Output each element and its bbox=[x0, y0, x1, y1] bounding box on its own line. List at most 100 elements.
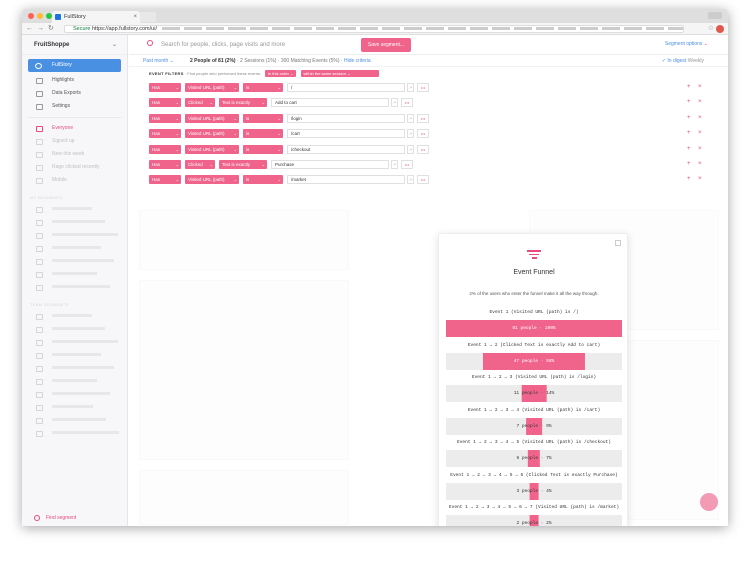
segment-placeholder[interactable] bbox=[22, 203, 127, 216]
operator-dropdown[interactable]: is ⌄ bbox=[243, 113, 283, 123]
segment-placeholder[interactable] bbox=[22, 362, 127, 375]
remove-filter-icon[interactable]: × bbox=[698, 129, 702, 138]
segment-signed-up[interactable]: Signed up bbox=[22, 135, 127, 148]
segment-placeholder[interactable] bbox=[22, 255, 127, 268]
remove-filter-icon[interactable]: × bbox=[698, 83, 702, 92]
filter-value-input[interactable]: /login bbox=[287, 113, 405, 123]
segment-new-this-week[interactable]: New this week bbox=[22, 148, 127, 161]
operator-dropdown[interactable]: Text is exactly ⌄ bbox=[219, 160, 267, 169]
segment-placeholder[interactable] bbox=[22, 388, 127, 401]
has-dropdown[interactable]: Has ⌄ bbox=[149, 83, 181, 92]
operator-dropdown[interactable]: is ⌄ bbox=[243, 144, 283, 154]
user-profile-icon[interactable] bbox=[708, 12, 722, 19]
filter-value-input[interactable]: Add to cart bbox=[271, 98, 389, 108]
regex-toggle[interactable]: .* bbox=[391, 160, 398, 169]
operator-dropdown[interactable]: is ⌄ bbox=[243, 175, 283, 185]
segment-placeholder[interactable] bbox=[22, 336, 127, 349]
event-type-dropdown[interactable]: Visited URL (path) ⌄ bbox=[185, 175, 239, 185]
regex-toggle[interactable]: .* bbox=[407, 113, 414, 123]
regex-toggle[interactable]: .* bbox=[407, 83, 414, 92]
remove-filter-icon[interactable]: × bbox=[698, 145, 702, 154]
sidebar-item-highlights[interactable]: Highlights bbox=[22, 74, 127, 87]
chat-bubble-icon[interactable] bbox=[700, 493, 718, 511]
sidebar-item-data-exports[interactable]: Data Exports bbox=[22, 87, 127, 100]
search-input[interactable]: Search for people, clicks, page visits a… bbox=[161, 40, 351, 50]
more-options-button[interactable]: ••• bbox=[417, 129, 429, 139]
close-tab-icon[interactable]: × bbox=[133, 11, 137, 23]
window-dropdown[interactable]: within the same session ⌄ bbox=[300, 70, 379, 78]
event-type-dropdown[interactable]: Visited URL (path) ⌄ bbox=[185, 129, 239, 139]
regex-toggle[interactable]: .* bbox=[407, 129, 414, 139]
filter-value-input[interactable]: Purchase bbox=[271, 160, 389, 169]
filter-value-input[interactable]: / bbox=[287, 83, 405, 92]
sidebar-item-fullstory[interactable]: FullStory bbox=[28, 59, 121, 72]
period-dropdown[interactable]: Past month ⌄ bbox=[143, 55, 174, 67]
filter-value-input[interactable]: /market bbox=[287, 175, 405, 185]
has-dropdown[interactable]: Has ⌄ bbox=[149, 160, 181, 169]
more-options-button[interactable]: ••• bbox=[401, 98, 413, 108]
segment-placeholder[interactable] bbox=[22, 323, 127, 336]
more-options-button[interactable]: ••• bbox=[417, 113, 429, 123]
operator-dropdown[interactable]: is ⌄ bbox=[243, 83, 283, 92]
has-dropdown[interactable]: Has ⌄ bbox=[149, 98, 181, 108]
bookmark-star-icon[interactable]: ☆ bbox=[708, 23, 714, 35]
add-filter-icon[interactable]: + bbox=[687, 98, 691, 107]
regex-toggle[interactable]: .* bbox=[407, 144, 414, 154]
extension-icon[interactable] bbox=[716, 25, 724, 33]
segment-placeholder[interactable] bbox=[22, 216, 127, 229]
add-filter-icon[interactable]: + bbox=[687, 83, 691, 92]
segment-placeholder[interactable] bbox=[22, 242, 127, 255]
has-dropdown[interactable]: Has ⌄ bbox=[149, 113, 181, 123]
segment-placeholder[interactable] bbox=[22, 375, 127, 388]
regex-toggle[interactable]: .* bbox=[391, 98, 398, 108]
back-arrow-icon[interactable]: ← bbox=[26, 23, 33, 35]
add-filter-icon[interactable]: + bbox=[687, 145, 691, 154]
save-segment-button[interactable]: Save segment... bbox=[361, 38, 411, 52]
segment-everyone[interactable]: Everyone bbox=[22, 122, 127, 135]
more-options-button[interactable]: ••• bbox=[417, 144, 429, 154]
event-type-dropdown[interactable]: Clicked ⌄ bbox=[185, 160, 215, 169]
forward-arrow-icon[interactable]: → bbox=[37, 23, 44, 35]
new-tab-button[interactable] bbox=[140, 12, 156, 22]
minimize-window-icon[interactable] bbox=[37, 13, 43, 19]
segment-placeholder[interactable] bbox=[22, 349, 127, 362]
operator-dropdown[interactable]: is ⌄ bbox=[243, 129, 283, 139]
close-window-icon[interactable] bbox=[28, 13, 34, 19]
segment-placeholder[interactable] bbox=[22, 268, 127, 281]
regex-toggle[interactable]: .* bbox=[407, 175, 414, 185]
event-type-dropdown[interactable]: Visited URL (path) ⌄ bbox=[185, 144, 239, 154]
operator-dropdown[interactable]: Text is exactly ⌄ bbox=[219, 98, 267, 108]
segment-placeholder[interactable] bbox=[22, 401, 127, 414]
more-options-button[interactable]: ••• bbox=[401, 160, 413, 169]
filter-value-input[interactable]: /cart bbox=[287, 129, 405, 139]
remove-filter-icon[interactable]: × bbox=[698, 175, 702, 184]
add-filter-icon[interactable]: + bbox=[687, 160, 691, 169]
has-dropdown[interactable]: Has ⌄ bbox=[149, 175, 181, 185]
remove-filter-icon[interactable]: × bbox=[698, 160, 702, 169]
has-dropdown[interactable]: Has ⌄ bbox=[149, 129, 181, 139]
filter-value-input[interactable]: /checkout bbox=[287, 144, 405, 154]
order-dropdown[interactable]: in this order ⌄ bbox=[265, 70, 297, 78]
reload-icon[interactable]: ↻ bbox=[48, 23, 54, 35]
expand-icon[interactable] bbox=[615, 240, 621, 246]
segment-mobile[interactable]: Mobile bbox=[22, 174, 127, 187]
segment-placeholder[interactable] bbox=[22, 310, 127, 323]
add-filter-icon[interactable]: + bbox=[687, 175, 691, 184]
find-segment-button[interactable]: Find segment bbox=[22, 512, 128, 524]
segment-rage-clicked[interactable]: Rage clicked recently bbox=[22, 161, 127, 174]
digest-toggle[interactable]: ✓ In digest Weekly bbox=[662, 55, 704, 67]
event-type-dropdown[interactable]: Visited URL (path) ⌄ bbox=[185, 83, 239, 92]
segment-placeholder[interactable] bbox=[22, 427, 127, 440]
segment-placeholder[interactable] bbox=[22, 229, 127, 242]
sidebar-item-settings[interactable]: Settings bbox=[22, 100, 127, 113]
event-type-dropdown[interactable]: Clicked ⌄ bbox=[185, 98, 215, 108]
browser-tab[interactable]: FullStory × bbox=[52, 11, 140, 23]
segment-placeholder[interactable] bbox=[22, 414, 127, 427]
more-options-button[interactable]: ••• bbox=[417, 83, 429, 92]
segment-placeholder[interactable] bbox=[22, 281, 127, 294]
remove-filter-icon[interactable]: × bbox=[698, 98, 702, 107]
more-options-button[interactable]: ••• bbox=[417, 175, 429, 185]
org-switcher[interactable]: FruitShoppe ⌄ bbox=[22, 35, 127, 55]
has-dropdown[interactable]: Has ⌄ bbox=[149, 144, 181, 154]
remove-filter-icon[interactable]: × bbox=[698, 114, 702, 123]
